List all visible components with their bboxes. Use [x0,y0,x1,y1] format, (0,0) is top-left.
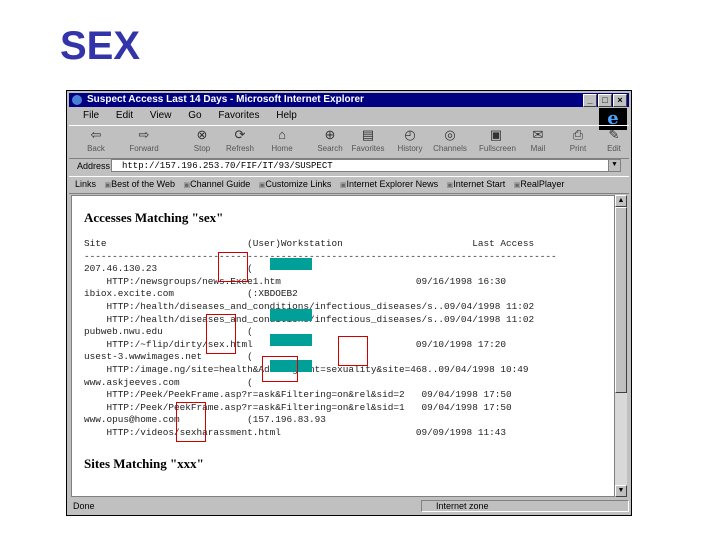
edit-button[interactable]: ✎ Edit [597,127,631,154]
report-row: usest-3.wwwimages.net ( [84,351,338,363]
maximize-button[interactable]: □ [598,94,612,107]
link-channel-guide[interactable]: Channel Guide [184,179,251,189]
menu-favorites[interactable]: Favorites [218,110,259,121]
link-customize-links[interactable]: Customize Links [259,179,332,189]
print-icon: ⎙ [572,127,584,142]
title-bar: Suspect Access Last 14 Days - Microsoft … [69,93,629,107]
mail-button[interactable]: ✉ Mail [521,127,555,154]
report-row: pubweb.nwu.edu ( [84,326,338,338]
zone-indicator: Internet zone [421,500,629,512]
vertical-scrollbar[interactable]: ▲ ▼ [615,195,627,497]
favorites-icon: ▤ [361,127,375,142]
edit-icon: ✎ [608,127,620,142]
chevron-down-icon[interactable]: ▼ [608,160,620,171]
report-rule: ----------------------------------------… [84,250,557,262]
menu-help[interactable]: Help [276,110,297,121]
highlight-box [206,314,236,354]
forward-arrow-icon: ⇨ [138,127,150,142]
scroll-up-icon[interactable]: ▲ [615,195,627,207]
redaction-block [270,309,312,321]
redaction-block [270,258,312,270]
report-row: 207.46.130.23 ( [84,263,338,275]
page-content: Accesses Matching "sex" Site (User)Works… [71,195,615,497]
scroll-down-icon[interactable]: ▼ [615,485,627,497]
refresh-button[interactable]: ⟳ Refresh [223,127,257,154]
search-button[interactable]: ⊕ Search [313,127,347,154]
report-row[interactable]: HTTP:/Peek/PeekFrame.asp?r=ask&Filtering… [84,389,557,402]
link-internet-start[interactable]: Internet Start [447,179,506,189]
address-label: Address [77,161,111,171]
toolbar: ⇦ Back ⇨ Forward ⊗ Stop ⟳ Refresh ⌂ Home ⊕ Sea… [69,125,629,159]
home-button[interactable]: ⌂ Home [265,127,299,154]
history-button[interactable]: ◴ History [393,127,427,154]
highlight-box [218,252,248,282]
menu-bar: File Edit View Go Favorites Help [69,108,629,124]
report-row[interactable]: HTTP:/health/diseases_and_conditions/inf… [84,314,557,327]
redaction-block [270,334,312,346]
report-header: Site (User)Workstation Last Access [84,238,535,249]
report-row: ibiox.excite.com (:XBDOEB2 [84,288,298,300]
highlight-box [338,336,368,366]
ie-icon [72,95,82,105]
back-button[interactable]: ⇦ Back [79,127,113,154]
fullscreen-button[interactable]: ▣ Fullscreen [479,127,516,154]
channels-icon: ◎ [444,127,456,142]
back-arrow-icon: ⇦ [90,127,102,142]
minimize-button[interactable]: _ [583,94,597,107]
report-row: www.opus@home.com (157.196.83.93 [84,414,326,426]
menu-file[interactable]: File [83,110,99,121]
link-ie-news[interactable]: Internet Explorer News [340,179,438,189]
highlight-box [176,402,206,442]
menu-view[interactable]: View [150,110,172,121]
link-best-of-web[interactable]: Best of the Web [105,179,176,189]
status-text: Done [73,501,95,511]
report-row[interactable]: HTTP:/videos/sexharassment.html 09/09/19… [84,427,557,440]
close-button[interactable]: × [613,94,627,107]
address-input[interactable]: http://157.196.253.70/FIF/IT/93/SUSPECT … [111,159,621,172]
fullscreen-icon: ▣ [489,127,503,142]
slide-title: SEX [60,24,141,68]
scroll-thumb[interactable] [615,207,627,393]
report-row[interactable]: HTTP:/Peek/PeekFrame.asp?r=ask&Filtering… [84,402,557,415]
search-icon: ⊕ [324,127,336,142]
report-row[interactable]: HTTP:/newsgroups/news.Exce1.htm 09/16/19… [84,276,557,289]
channels-button[interactable]: ◎ Channels [433,127,467,154]
stop-button[interactable]: ⊗ Stop [185,127,219,154]
browser-window: Suspect Access Last 14 Days - Microsoft … [66,90,632,516]
heading-sex: Accesses Matching "sex" [84,210,224,225]
menu-go[interactable]: Go [188,110,201,121]
menu-edit[interactable]: Edit [116,110,133,121]
window-title: Suspect Access Last 14 Days - Microsoft … [87,94,364,105]
links-bar: Links Best of the Web Channel Guide Cust… [69,176,629,194]
links-label: Links [75,179,97,189]
home-icon: ⌂ [278,127,286,142]
report-row[interactable]: HTTP:/~flip/dirty/sex.html 09/10/1998 17… [84,339,557,352]
link-realplayer[interactable]: RealPlayer [514,179,565,189]
heading-xxx: Sites Matching "xxx" [84,456,204,471]
stop-icon: ⊗ [196,127,208,142]
history-icon: ◴ [404,127,416,142]
address-bar: Address http://157.196.253.70/FIF/IT/93/… [69,158,629,174]
mail-icon: ✉ [532,127,544,142]
access-report: Site (User)Workstation Last Access ------… [84,238,557,440]
forward-button[interactable]: ⇨ Forward [127,127,161,154]
print-button[interactable]: ⎙ Print [561,127,595,154]
report-row[interactable]: HTTP:/image.ng/site=health&Ads.Segment=s… [84,364,557,377]
favorites-button[interactable]: ▤ Favorites [351,127,385,154]
report-row: www.askjeeves.com ( [84,376,338,388]
report-row[interactable]: HTTP:/health/diseases_and_conditions/inf… [84,301,557,314]
highlight-box [262,356,298,382]
status-bar: Done Internet zone [69,499,629,514]
refresh-icon: ⟳ [234,127,246,142]
